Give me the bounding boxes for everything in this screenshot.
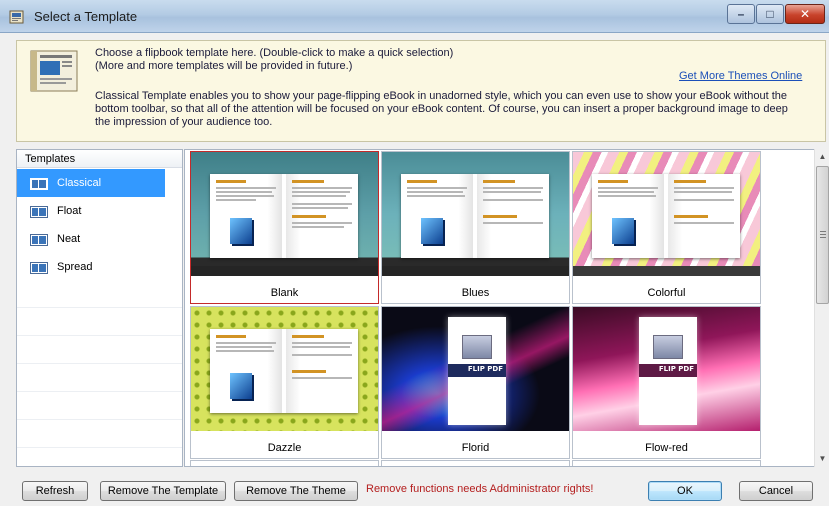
theme-label: Dazzle [267,442,302,454]
info-line-2: (More and more templates will be provide… [95,59,353,72]
template-item-classical[interactable]: Classical [17,169,165,197]
template-item-label: Neat [57,233,81,245]
template-item-neat[interactable]: Neat [17,225,165,253]
theme-label: Blues [461,287,490,299]
grip-icon [820,231,826,238]
template-item-spread[interactable]: Spread [17,253,165,281]
template-layout-icon [30,262,48,274]
info-panel: Choose a flipbook template here. (Double… [16,40,826,142]
theme-thumb-florid[interactable]: FLIP PDF Florid [381,306,570,459]
flip-pdf-badge: FLIP PDF [658,365,694,373]
gallery-scrollbar[interactable]: ▲ ▼ [814,149,829,467]
template-book-icon [30,50,78,92]
list-empty-rows [17,280,182,466]
scroll-up-arrow-icon[interactable]: ▲ [815,149,829,165]
info-instructions: Choose a flipbook template here. (Double… [95,47,453,72]
theme-thumb-dazzle[interactable]: Dazzle [190,306,379,459]
theme-gallery: Blank Blues Colorful Dazzle FLIP PDF Flo… [184,149,829,467]
theme-preview-image [573,152,760,276]
theme-thumb-blank[interactable]: Blank [190,151,379,304]
theme-preview-image: FLIP PDF [382,307,569,431]
flip-pdf-badge: FLIP PDF [467,365,503,373]
scrollbar-thumb[interactable] [816,166,829,304]
title-bar: Select a Template – □ ✕ [0,0,829,33]
template-item-label: Spread [57,261,93,273]
theme-thumb-partial [190,460,379,466]
window-title: Select a Template [34,9,138,24]
theme-thumb-partial [572,460,761,466]
theme-thumb-colorful[interactable]: Colorful [572,151,761,304]
info-line-1: Choose a flipbook template here. (Double… [95,47,454,59]
templates-list-header: Templates [17,150,182,168]
scroll-down-arrow-icon[interactable]: ▼ [815,451,829,467]
theme-label: Florid [461,442,490,454]
remove-template-button[interactable]: Remove The Template [100,481,226,501]
remove-theme-button[interactable]: Remove The Theme [234,481,358,501]
theme-thumb-flow-red[interactable]: FLIP PDF Flow-red [572,306,761,459]
admin-rights-warning: Remove functions needs Addministrator ri… [366,483,594,495]
template-layout-icon [30,206,48,218]
close-button[interactable]: ✕ [785,4,825,24]
get-more-themes-link[interactable]: Get More Themes Online [679,70,802,82]
maximize-icon: □ [766,7,774,21]
ok-button[interactable]: OK [648,481,722,501]
template-item-float[interactable]: Float [17,197,165,225]
app-icon [9,10,24,24]
cancel-button[interactable]: Cancel [739,481,813,501]
minimize-button[interactable]: – [727,4,755,24]
template-layout-icon [30,234,48,246]
close-icon: ✕ [799,7,811,21]
theme-thumb-partial [381,460,570,466]
templates-list: Templates Classical Float Neat Spread [16,149,183,467]
theme-label: Colorful [647,287,686,299]
minimize-icon: – [737,7,745,21]
template-item-label: Classical [57,177,102,189]
maximize-button[interactable]: □ [756,4,784,24]
template-layout-icon [30,178,48,190]
theme-preview-image [191,307,378,431]
theme-thumb-blues[interactable]: Blues [381,151,570,304]
refresh-button[interactable]: Refresh [22,481,88,501]
theme-preview-image: FLIP PDF [573,307,760,431]
theme-preview-image [382,152,569,276]
template-item-label: Float [57,205,82,217]
theme-label: Flow-red [645,442,688,454]
template-description: Classical Template enables you to show y… [95,90,788,128]
theme-label: Blank [270,287,299,299]
theme-preview-image [191,152,378,276]
